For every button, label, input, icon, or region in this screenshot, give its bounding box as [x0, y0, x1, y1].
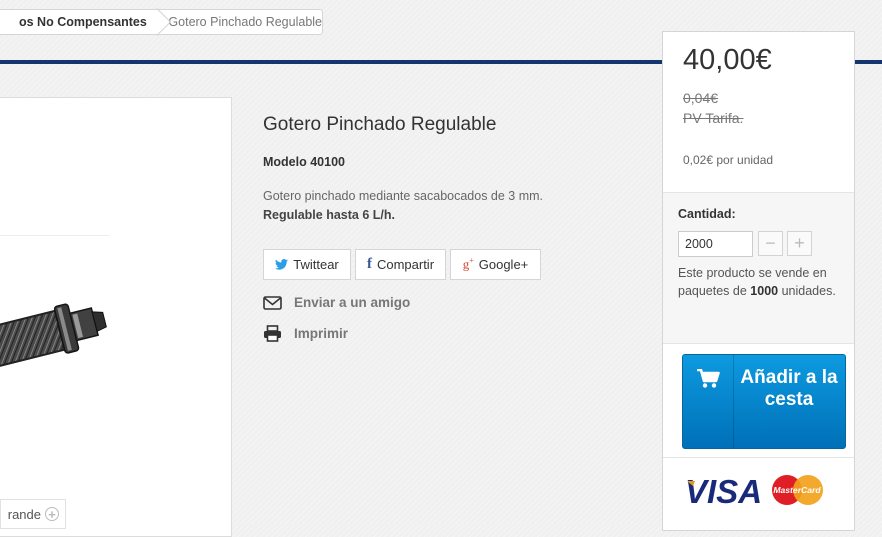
shopping-cart-icon [697, 369, 720, 388]
twitter-share-button[interactable]: Twittear [263, 249, 351, 280]
breadcrumb-current: Gotero Pinchado Regulable [168, 15, 322, 29]
send-to-friend-link[interactable]: Enviar a un amigo [263, 295, 410, 310]
googleplus-icon: g+ [462, 256, 474, 272]
buy-box-divider [663, 457, 854, 458]
product-image-panel[interactable] [0, 97, 232, 537]
twitter-icon [275, 259, 289, 270]
quantity-decrease-button[interactable]: − [758, 231, 783, 256]
mastercard-logo-text: MasterCard [773, 485, 821, 495]
googleplus-share-button[interactable]: g+ Google+ [450, 249, 541, 280]
cart-icon-area [683, 355, 734, 448]
product-description: Gotero pinchado mediante sacabocados de … [263, 187, 593, 225]
googleplus-label: Google+ [478, 257, 529, 272]
facebook-label: Compartir [376, 257, 435, 272]
pack-size: 1000 [750, 284, 779, 298]
buy-box: 40,00€ 0,04€ PV Tarifa. 0,02€ por unidad… [662, 31, 855, 531]
payment-cards-logo: VISA MasterCard [685, 473, 823, 508]
unit-price: 0,02€ por unidad [683, 153, 774, 167]
add-to-cart-label: Añadir a la cesta [740, 367, 838, 410]
visa-logo-text: VISA [685, 473, 762, 508]
send-to-friend-label: Enviar a un amigo [294, 295, 411, 310]
product-model: Modelo 40100 [263, 155, 345, 169]
printer-icon [264, 325, 281, 342]
print-link[interactable]: Imprimir [263, 325, 348, 342]
description-text: Gotero pinchado mediante sacabocados de … [263, 189, 544, 203]
product-title: Gotero Pinchado Regulable [263, 114, 497, 135]
breadcrumb-category-link[interactable]: os No Compensantes [0, 15, 147, 29]
description-bold-text: Regulable hasta 6 L/h. [263, 208, 395, 222]
product-image [0, 303, 107, 370]
add-to-cart-button[interactable]: Añadir a la cesta [682, 354, 846, 449]
breadcrumb: os No Compensantes Gotero Pinchado Regul… [0, 9, 323, 35]
envelope-icon [263, 295, 282, 310]
product-price: 40,00€ [683, 44, 772, 76]
zoom-plus-icon: + [45, 507, 59, 521]
facebook-icon: f [366, 256, 372, 272]
quantity-section: Cantidad: − + Este producto se vende en … [663, 192, 854, 344]
quantity-label: Cantidad: [678, 207, 736, 221]
print-label: Imprimir [294, 326, 349, 341]
twitter-label: Twittear [293, 257, 339, 272]
pack-note-suffix: unidades. [781, 284, 836, 298]
quantity-increase-button[interactable]: + [787, 231, 812, 256]
old-price-value: 0,04€ [683, 90, 719, 106]
facebook-share-button[interactable]: f Compartir [355, 249, 446, 280]
view-larger-label: rande [7, 506, 41, 522]
quantity-input[interactable] [678, 231, 753, 257]
old-price: 0,04€ PV Tarifa. [683, 88, 743, 128]
old-price-label: PV Tarifa. [683, 110, 744, 126]
pack-note: Este producto se vende en paquetes de 10… [678, 264, 843, 300]
breadcrumb-separator [151, 9, 169, 35]
